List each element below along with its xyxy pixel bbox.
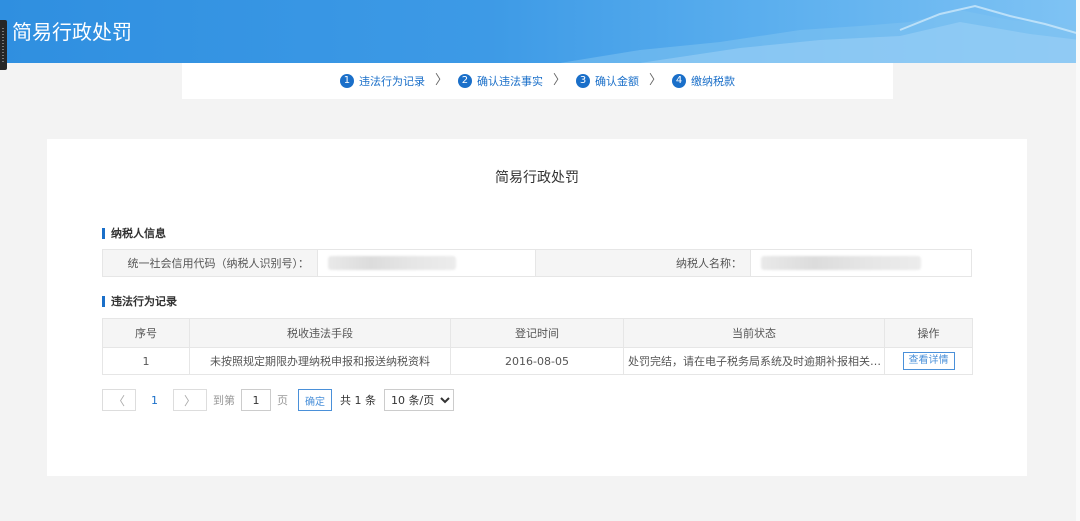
col-header-index: 序号 — [102, 318, 190, 348]
violation-records-table: 序号 税收违法手段 登记时间 当前状态 操作 1 未按照规定期限办理纳税申报和报… — [102, 318, 973, 375]
step-label: 确认违法事实 — [476, 75, 543, 88]
table-header-row: 序号 税收违法手段 登记时间 当前状态 操作 — [102, 318, 973, 348]
step-label: 确认金额 — [595, 75, 639, 88]
taxpayer-info-table: 统一社会信用代码（纳税人识别号）： 纳税人名称： — [102, 249, 972, 277]
credit-code-value — [318, 250, 536, 276]
chevron-right-icon: 〉 — [552, 73, 566, 88]
step-4[interactable]: 4 缴纳税款 — [672, 73, 735, 89]
step-1[interactable]: 1 违法行为记录 — [339, 73, 425, 89]
col-header-action: 操作 — [884, 318, 973, 348]
goto-label: 到第 — [213, 394, 235, 407]
app-header: 简易行政处罚 — [0, 0, 1080, 63]
table-row: 1 未按照规定期限办理纳税申报和报送纳税资料 2016-08-05 处罚完结，请… — [102, 347, 973, 375]
goto-confirm-button[interactable]: 确定 — [298, 389, 332, 411]
redacted-credit-code — [328, 256, 456, 270]
great-wall-banner-graphic — [560, 4, 1080, 63]
cell-index: 1 — [102, 347, 190, 375]
page-number-current[interactable]: 1 — [151, 394, 158, 407]
step-2[interactable]: 2 确认违法事实 — [457, 73, 543, 89]
col-header-status: 当前状态 — [623, 318, 885, 348]
chevron-right-icon: 〉 — [649, 73, 663, 88]
step-number: 1 — [339, 74, 354, 88]
step-3[interactable]: 3 确认金额 — [576, 73, 639, 89]
redacted-taxpayer-name — [761, 256, 921, 270]
goto-page-input[interactable] — [241, 389, 271, 411]
view-details-button[interactable]: 查看详情 — [902, 352, 955, 370]
prev-page-button[interactable]: 〈 — [102, 389, 136, 411]
side-drawer-handle[interactable] — [0, 20, 7, 70]
cell-method: 未按照规定期限办理纳税申报和报送纳税资料 — [189, 347, 451, 375]
cell-date: 2016-08-05 — [450, 347, 624, 375]
next-page-button[interactable]: 〉 — [173, 389, 207, 411]
page-unit-label: 页 — [277, 394, 288, 407]
credit-code-label: 统一社会信用代码（纳税人识别号）： — [103, 250, 318, 276]
step-number: 4 — [672, 74, 687, 88]
step-progress-bar: 1 违法行为记录 〉 2 确认违法事实 〉 3 确认金额 〉 4 缴纳税款 — [182, 63, 893, 99]
col-header-method: 税收违法手段 — [189, 318, 451, 348]
page-size-select[interactable]: 10 条/页 — [384, 389, 454, 411]
cell-status: 处罚完结，请在电子税务局系统及时逾期补报相关资料 — [623, 347, 885, 375]
taxpayer-section-title: 纳税人信息 — [102, 228, 166, 239]
col-header-date: 登记时间 — [450, 318, 624, 348]
page-title: 简易行政处罚 — [495, 170, 579, 186]
main-card: 简易行政处罚 纳税人信息 统一社会信用代码（纳税人识别号）： 纳税人名称： 违法… — [47, 139, 1027, 476]
step-label: 违法行为记录 — [358, 75, 425, 88]
total-count: 共 1 条 — [340, 394, 376, 407]
taxpayer-name-value — [751, 250, 971, 276]
step-number: 3 — [576, 74, 590, 88]
page-scrollbar[interactable] — [1076, 0, 1080, 521]
cell-action: 查看详情 — [884, 347, 973, 375]
pagination: 〈 1 〉 到第 页 确定 共 1 条 10 条/页 — [102, 389, 454, 411]
step-label: 缴纳税款 — [691, 75, 736, 88]
chevron-right-icon: 〉 — [434, 73, 448, 88]
records-section-title: 违法行为记录 — [102, 296, 177, 307]
step-number: 2 — [457, 74, 472, 88]
app-title: 简易行政处罚 — [12, 20, 132, 44]
taxpayer-name-label: 纳税人名称： — [536, 250, 751, 276]
